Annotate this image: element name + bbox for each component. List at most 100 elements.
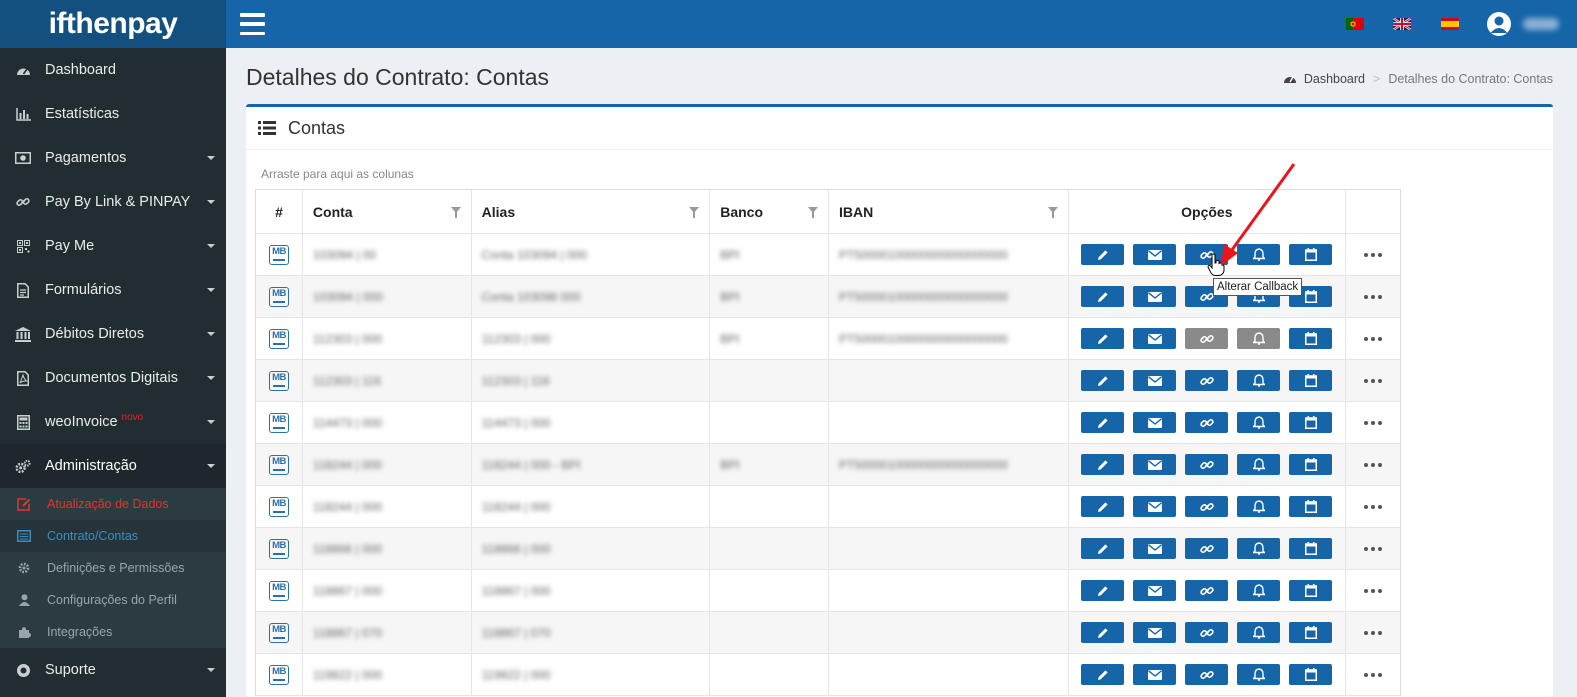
table-row[interactable]: MB 119822 | 000 119822 | 000 — [256, 654, 1400, 696]
callback-button[interactable] — [1185, 622, 1229, 643]
edit-button[interactable] — [1081, 622, 1125, 643]
callback-button[interactable] — [1185, 538, 1229, 559]
email-button[interactable] — [1133, 370, 1177, 391]
table-row[interactable]: MB 114473 | 000 114473 | 000 — [256, 402, 1400, 444]
more-options-icon[interactable] — [1364, 588, 1383, 593]
sidebar-item-suporte[interactable]: Suporte — [0, 648, 226, 692]
table-row[interactable]: MB 118244 | 000 118244 | 000 - BPI BPI PT500… — [256, 444, 1400, 486]
calendar-button[interactable] — [1289, 370, 1333, 391]
email-button[interactable] — [1133, 286, 1177, 307]
calendar-button[interactable] — [1289, 664, 1333, 685]
table-row[interactable]: MB 118866 | 000 118866 | 000 — [256, 528, 1400, 570]
email-button[interactable] — [1133, 244, 1177, 265]
edit-button[interactable] — [1081, 538, 1125, 559]
edit-button[interactable] — [1081, 370, 1125, 391]
email-button[interactable] — [1133, 412, 1177, 433]
column-header-banco[interactable]: Banco — [710, 190, 830, 233]
submenu-item-integracoes[interactable]: Integrações — [0, 616, 226, 648]
notification-button[interactable] — [1237, 370, 1281, 391]
notification-button[interactable] — [1237, 454, 1281, 475]
es-flag-icon[interactable] — [1441, 18, 1459, 30]
email-button[interactable] — [1133, 454, 1177, 475]
edit-button[interactable] — [1081, 328, 1125, 349]
calendar-button[interactable] — [1289, 538, 1333, 559]
table-row[interactable]: MB 118867 | 000 118867 | 000 — [256, 570, 1400, 612]
column-header-iban[interactable]: IBAN — [829, 190, 1069, 233]
callback-button[interactable] — [1185, 454, 1229, 475]
sidebar-item-pay-me[interactable]: Pay Me — [0, 224, 226, 268]
notification-button[interactable] — [1237, 328, 1281, 349]
edit-button[interactable] — [1081, 496, 1125, 517]
email-button[interactable] — [1133, 664, 1177, 685]
edit-button[interactable] — [1081, 454, 1125, 475]
notification-button[interactable] — [1237, 412, 1281, 433]
more-options-icon[interactable] — [1364, 546, 1383, 551]
table-row[interactable]: MB 112303 | 000 112303 | 000 BPI PT500001000… — [256, 318, 1400, 360]
column-header-number[interactable]: # — [256, 190, 303, 233]
notification-button[interactable] — [1237, 580, 1281, 601]
filter-icon[interactable] — [689, 207, 700, 218]
ifthenpay-logo[interactable]: ifthenpay — [0, 0, 226, 48]
edit-button[interactable] — [1081, 244, 1125, 265]
edit-button[interactable] — [1081, 412, 1125, 433]
notification-button[interactable] — [1237, 538, 1281, 559]
callback-button[interactable] — [1185, 412, 1229, 433]
sidebar-item-administracao[interactable]: Administração — [0, 444, 226, 488]
submenu-item-configuracoes-do-perfil[interactable]: Configurações do Perfil — [0, 584, 226, 616]
user-avatar-icon[interactable] — [1487, 12, 1511, 36]
table-row[interactable]: MB 112303 | 116 112303 | 116 — [256, 360, 1400, 402]
table-row[interactable]: MB 118867 | 070 118867 | 070 — [256, 612, 1400, 654]
callback-button[interactable] — [1185, 370, 1229, 391]
calendar-button[interactable] — [1289, 454, 1333, 475]
submenu-item-atualizacao-de-dados[interactable]: Atualização de Dados — [0, 488, 226, 520]
callback-button[interactable] — [1185, 328, 1229, 349]
email-button[interactable] — [1133, 580, 1177, 601]
more-options-icon[interactable] — [1364, 336, 1383, 341]
email-button[interactable] — [1133, 538, 1177, 559]
callback-button[interactable] — [1185, 580, 1229, 601]
more-options-icon[interactable] — [1364, 420, 1383, 425]
more-options-icon[interactable] — [1364, 294, 1383, 299]
calendar-button[interactable] — [1289, 412, 1333, 433]
more-options-icon[interactable] — [1364, 630, 1383, 635]
filter-icon[interactable] — [450, 207, 461, 218]
more-options-icon[interactable] — [1364, 504, 1383, 509]
sidebar-item-estatisticas[interactable]: Estatísticas — [0, 92, 226, 136]
breadcrumb-home-link[interactable]: Dashboard — [1304, 72, 1365, 86]
filter-icon[interactable] — [1047, 207, 1058, 218]
calendar-button[interactable] — [1289, 580, 1333, 601]
calendar-button[interactable] — [1289, 328, 1333, 349]
email-button[interactable] — [1133, 328, 1177, 349]
edit-button[interactable] — [1081, 286, 1125, 307]
notification-button[interactable] — [1237, 496, 1281, 517]
submenu-item-definicoes-e-permissoes[interactable]: Definições e Permissões — [0, 552, 226, 584]
column-header-alias[interactable]: Alias — [472, 190, 711, 233]
sidebar-item-pagamentos[interactable]: Pagamentos — [0, 136, 226, 180]
callback-button[interactable] — [1185, 664, 1229, 685]
sidebar-item-documentos-digitais[interactable]: Documentos Digitais — [0, 356, 226, 400]
email-button[interactable] — [1133, 496, 1177, 517]
group-panel-hint[interactable]: Arraste para aqui as colunas — [261, 167, 414, 181]
notification-button[interactable] — [1237, 664, 1281, 685]
table-row[interactable]: MB 118244 | 000 118244 | 000 — [256, 486, 1400, 528]
column-header-conta[interactable]: Conta — [303, 190, 472, 233]
more-options-icon[interactable] — [1364, 462, 1383, 467]
notification-button[interactable] — [1237, 622, 1281, 643]
calendar-button[interactable] — [1289, 622, 1333, 643]
sidebar-item-weoinvoice[interactable]: weoInvoice novo — [0, 400, 226, 444]
sidebar-item-dashboard[interactable]: Dashboard — [0, 48, 226, 92]
edit-button[interactable] — [1081, 664, 1125, 685]
user-name-blurred[interactable] — [1523, 18, 1559, 30]
sidebar-item-debitos-diretos[interactable]: Débitos Diretos — [0, 312, 226, 356]
email-button[interactable] — [1133, 622, 1177, 643]
submenu-item-contrato-contas[interactable]: Contrato/Contas — [0, 520, 226, 552]
hamburger-menu-icon[interactable] — [240, 13, 265, 35]
pt-flag-icon[interactable] — [1346, 18, 1364, 30]
more-options-icon[interactable] — [1364, 378, 1383, 383]
filter-icon[interactable] — [808, 207, 819, 218]
sidebar-item-pay-by-link-pinpay[interactable]: Pay By Link & PINPAY — [0, 180, 226, 224]
sidebar-item-formularios[interactable]: Formulários — [0, 268, 226, 312]
edit-button[interactable] — [1081, 580, 1125, 601]
uk-flag-icon[interactable] — [1393, 18, 1411, 30]
more-options-icon[interactable] — [1364, 672, 1383, 677]
